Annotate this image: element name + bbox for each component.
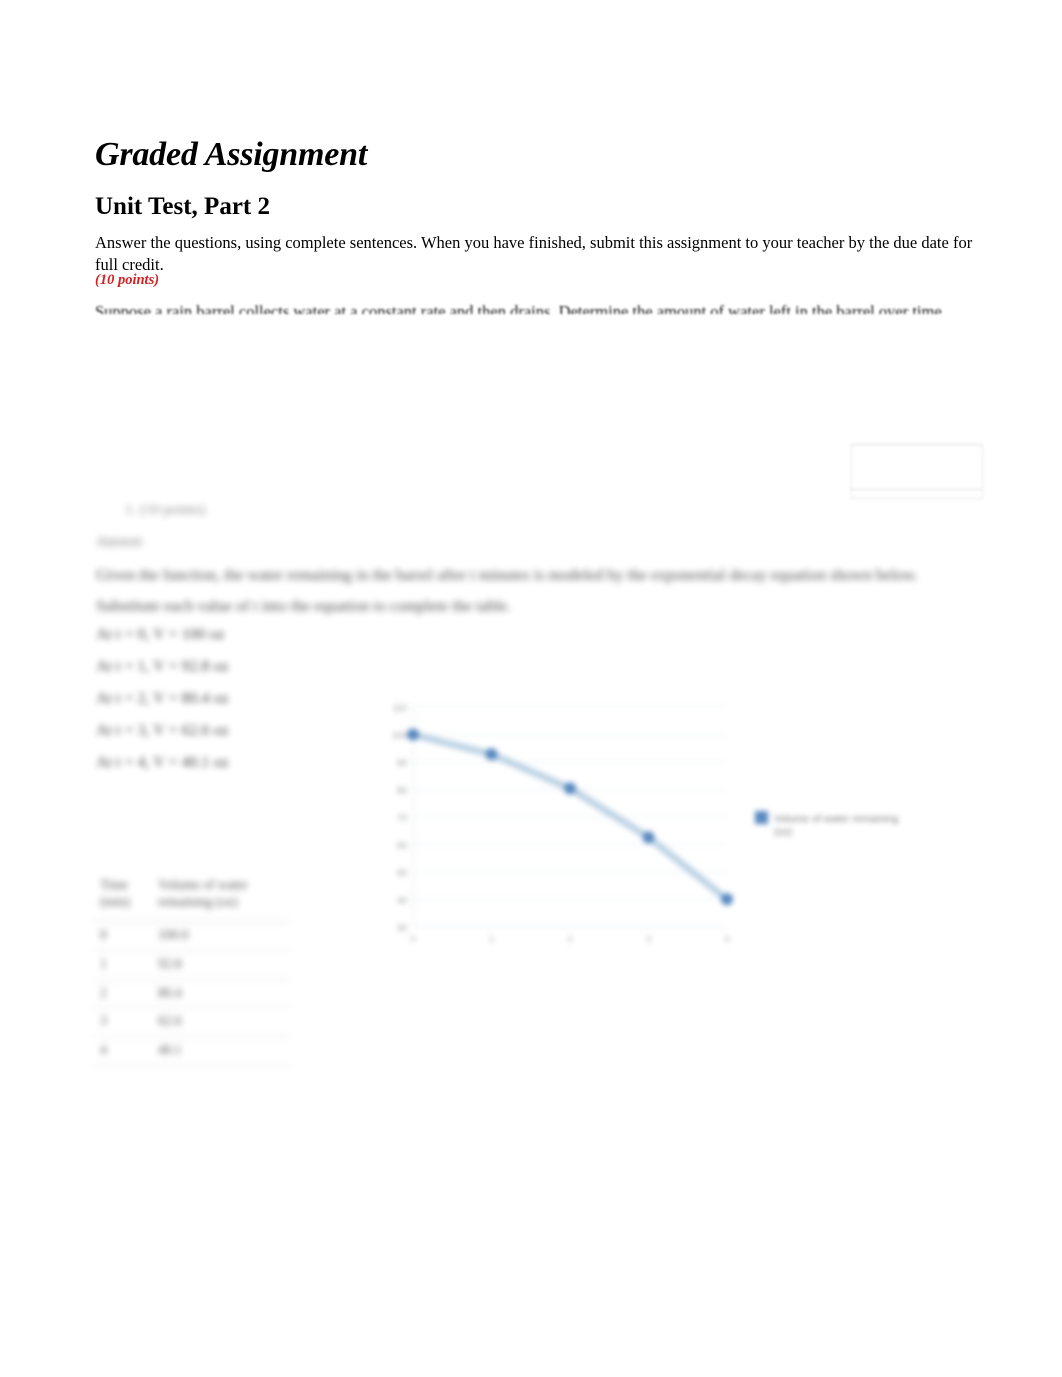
cell-time: 2: [94, 979, 152, 1009]
table-header-volume: Volume of water remaining (oz): [152, 872, 289, 922]
document-page: Graded Assignment Unit Test, Part 2 Answ…: [0, 0, 1062, 1377]
cell-volume: 40.1: [152, 1036, 289, 1067]
points-label: (10 points): [95, 272, 160, 288]
y-tick-label: 110: [393, 703, 407, 713]
question-label: 1. (10 points): [125, 502, 206, 518]
data-point: [485, 748, 498, 761]
y-tick-label: 40: [397, 896, 407, 906]
answer-label: Answer: [96, 534, 143, 550]
cell-volume: 100.0: [152, 921, 289, 951]
y-tick-label: 70: [397, 813, 407, 823]
y-tick-label: 80: [397, 786, 407, 796]
cell-time: 3: [94, 1007, 152, 1038]
data-point: [407, 728, 419, 741]
legend-marker: [755, 811, 768, 824]
legend-label: (oz): [774, 826, 792, 838]
y-tick-label: 60: [397, 841, 407, 851]
data-point: [564, 782, 576, 795]
table-row: 3 62.6: [94, 1007, 289, 1038]
table-header-row: Time (min) Volume of water remaining (oz…: [94, 872, 289, 922]
page-title: Graded Assignment: [95, 135, 368, 173]
table-row: 1 92.8: [94, 950, 289, 980]
y-tick-label: 30: [397, 923, 407, 933]
data-point: [642, 831, 655, 844]
cell-time: 0: [94, 921, 152, 951]
legend-label: Volume of water remaining: [774, 813, 898, 825]
x-tick-label: 3: [646, 934, 651, 944]
y-tick-label: 100: [392, 731, 407, 741]
page-subtitle: Unit Test, Part 2: [95, 192, 270, 220]
table-row: 2 80.4: [94, 979, 289, 1009]
cell-volume: 62.6: [152, 1007, 289, 1038]
redacted-box-outline: [851, 444, 983, 499]
table-row: 0 100.0: [94, 921, 289, 951]
x-tick-label: 2: [567, 934, 572, 944]
data-table: Time (min) Volume of water remaining (oz…: [94, 872, 289, 1067]
table-row: 4 40.1: [94, 1036, 289, 1067]
data-point: [721, 893, 733, 906]
clipped-prompt-line: Suppose a rain barrel collects water at …: [95, 302, 946, 314]
line-chart: 30 40 50 60 70 80 90 100 110 0 1 2 3 4 Volume of water…: [365, 697, 955, 972]
redacted-box-rule: [851, 489, 981, 490]
calculation-line-4: At t = 3, V = 62.6 oz: [96, 722, 229, 739]
y-tick-label: 90: [397, 758, 407, 768]
calculation-line-1: At t = 0, V = 100 oz: [96, 626, 225, 643]
x-tick-label: 4: [724, 934, 729, 944]
table-header-time: Time (min): [94, 872, 152, 922]
calculation-line-3: At t = 2, V = 80.4 oz: [96, 690, 229, 707]
answer-paragraph: Given the function, the water remaining …: [96, 567, 918, 616]
cell-time: 1: [94, 950, 152, 980]
x-tick-label: 0: [410, 934, 415, 944]
instructions-text: Answer the questions, using complete sen…: [95, 232, 973, 274]
cell-volume: 80.4: [152, 979, 289, 1009]
x-tick-label: 1: [489, 934, 494, 944]
cell-volume: 92.8: [152, 950, 289, 980]
table-body: 0 100.0 1 92.8 2 80.4 3 62.6 4 40.1: [94, 921, 289, 1067]
calculation-line-2: At t = 1, V = 92.8 oz: [96, 658, 229, 675]
calculation-line-5: At t = 4, V = 40.1 oz: [96, 754, 229, 771]
cell-time: 4: [94, 1036, 152, 1067]
chart-canvas: 30 40 50 60 70 80 90 100 110 0 1 2 3 4 Volume of water…: [392, 703, 899, 944]
y-tick-label: 50: [397, 868, 407, 878]
